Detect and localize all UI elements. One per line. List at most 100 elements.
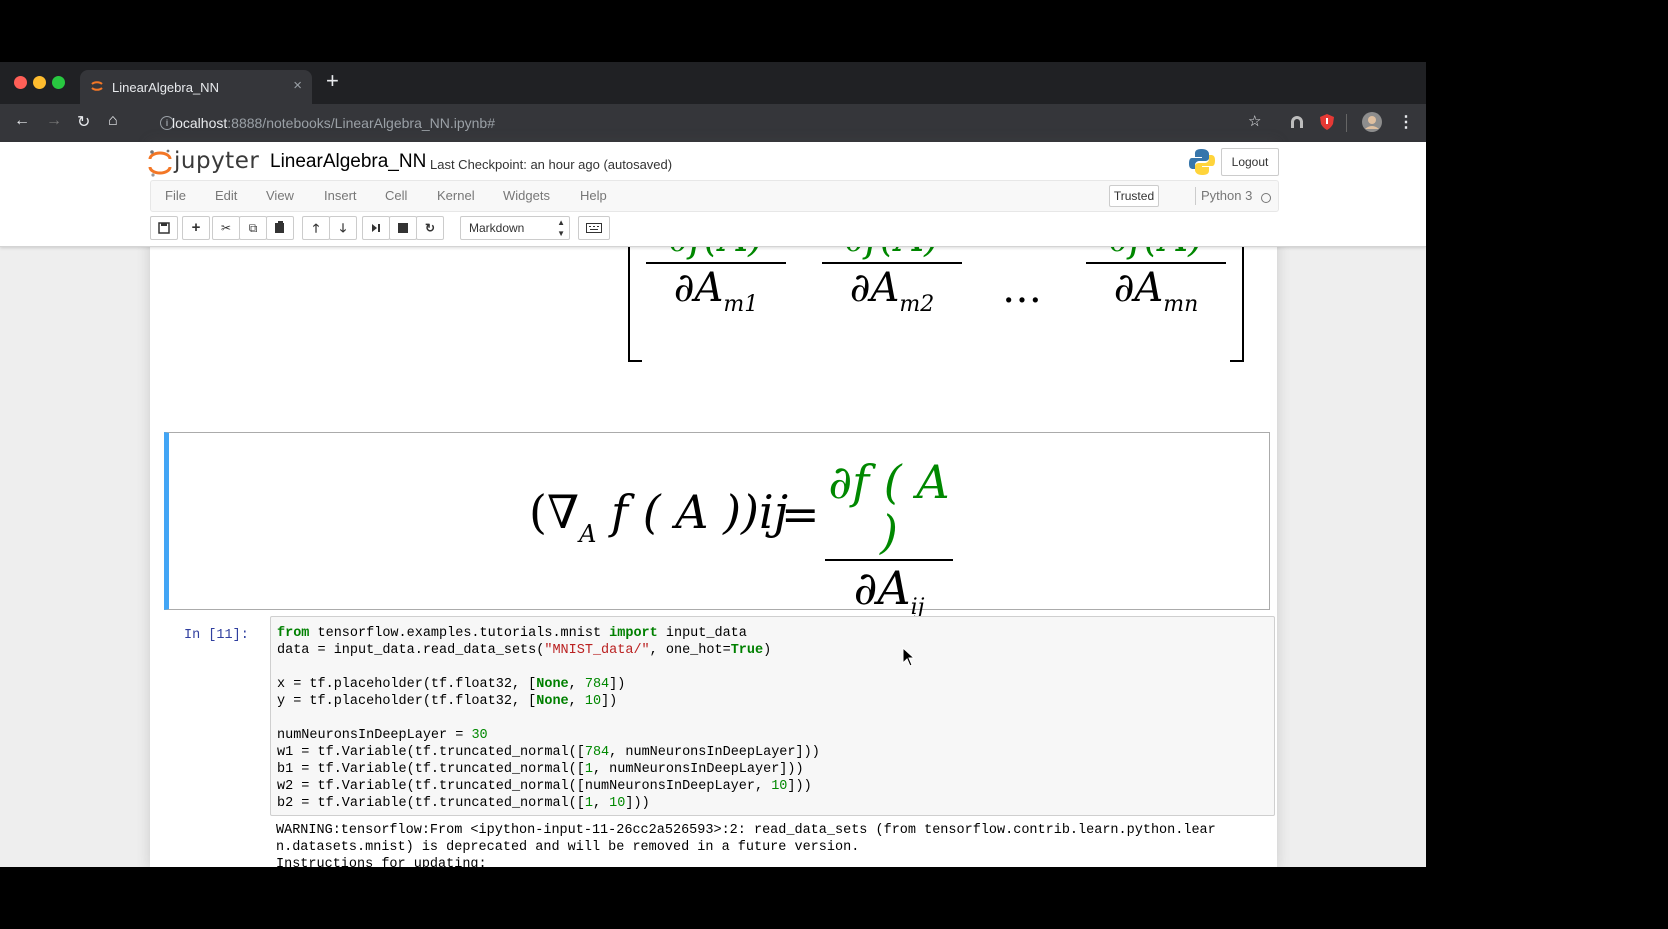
- interrupt-kernel-stop-icon[interactable]: [389, 216, 417, 240]
- profile-avatar-icon[interactable]: [1361, 111, 1383, 133]
- browser-tab[interactable]: LinearAlgebra_NN ×: [80, 70, 312, 104]
- trusted-badge[interactable]: Trusted: [1109, 185, 1159, 207]
- cell-output: WARNING:tensorflow:From <ipython-input-1…: [276, 822, 1276, 867]
- home-icon[interactable]: ⌂: [108, 112, 118, 130]
- reload-icon[interactable]: ↻: [77, 112, 90, 132]
- markdown-cell-selected[interactable]: (∇A f ( A ))ij = ∂f ( A ) ∂Aij: [164, 432, 1270, 620]
- code-token: , numNeuronsInDeepLayer])): [609, 745, 820, 760]
- code-token: 30: [471, 728, 488, 743]
- code-token: data = input_data.read_data_sets(: [277, 643, 545, 658]
- run-cell-icon[interactable]: [362, 216, 390, 240]
- url-field[interactable]: i localhost:8888/notebooks/LinearAlgebra…: [158, 110, 1248, 136]
- move-down-arrow-icon[interactable]: 🡓: [329, 216, 357, 240]
- code-token: import: [609, 626, 658, 641]
- menu-kernel[interactable]: Kernel: [437, 188, 475, 203]
- matrix-left-bracket: [628, 236, 642, 362]
- code-token: 10: [609, 796, 626, 811]
- menu-help[interactable]: Help: [580, 188, 607, 203]
- cut-scissors-icon[interactable]: ✂: [212, 216, 240, 240]
- forward-arrow-icon[interactable]: →: [46, 112, 62, 130]
- jupyter-logo-icon: [148, 149, 172, 177]
- python-logo-icon: [1189, 149, 1215, 175]
- insert-cell-plus-icon[interactable]: +: [182, 216, 210, 240]
- code-token: numNeuronsInDeepLayer =: [277, 728, 472, 743]
- checkpoint-status: Last Checkpoint: an hour ago (autosaved): [430, 157, 673, 172]
- mouse-pointer-icon: [902, 647, 916, 667]
- code-token: ,: [592, 796, 610, 811]
- code-token: ])): [787, 779, 812, 794]
- toolbar-divider: [1346, 114, 1347, 132]
- code-token: 10: [584, 694, 602, 709]
- menu-widgets[interactable]: Widgets: [503, 188, 550, 203]
- notebook-toolbar: + ✂ ⧉ 🡑 🡓 ↻ Markdown ▲ ▼: [150, 214, 1277, 242]
- code-line: w2 = tf.Variable(tf.truncated_normal([nu…: [277, 778, 820, 795]
- code-token: ]): [601, 694, 618, 709]
- code-token: 1: [584, 762, 593, 777]
- code-line: w1 = tf.Variable(tf.truncated_normal([78…: [277, 744, 820, 761]
- notebook-name[interactable]: LinearAlgebra_NN: [270, 151, 426, 173]
- code-token: None: [536, 694, 569, 709]
- code-token: ])): [625, 796, 650, 811]
- jupyter-favicon-icon: [91, 81, 103, 91]
- close-window-button[interactable]: [14, 76, 27, 89]
- move-up-arrow-icon[interactable]: 🡑: [302, 216, 330, 240]
- save-icon[interactable]: [150, 216, 178, 240]
- code-token: ): [763, 643, 772, 658]
- menu-edit[interactable]: Edit: [215, 188, 237, 203]
- code-token: ,: [568, 694, 585, 709]
- menu-bar: File Edit View Insert Cell Kernel Widget…: [150, 180, 1279, 212]
- code-line: y = tf.placeholder(tf.float32, [None, 10…: [277, 693, 820, 710]
- code-token: , one_hot=: [649, 643, 731, 658]
- menu-insert[interactable]: Insert: [324, 188, 357, 203]
- browser-window: LinearAlgebra_NN × + ← → ↻ ⌂ i localhost…: [0, 62, 1426, 867]
- code-line: from tensorflow.examples.tutorials.mnist…: [277, 625, 820, 642]
- output-line: WARNING:tensorflow:From <ipython-input-1…: [276, 823, 1216, 838]
- matrix-fragment: ∂f(A) ∂Am1 ∂f(A) ∂Am2 … ∂f(A) ∂Amn: [150, 216, 1277, 366]
- code-line: x = tf.placeholder(tf.float32, [None, 78…: [277, 676, 820, 693]
- extension-shield-icon[interactable]: [1318, 113, 1336, 131]
- output-line: Instructions for updating:: [276, 857, 487, 867]
- menu-view[interactable]: View: [266, 188, 294, 203]
- code-token: 1: [584, 796, 593, 811]
- maximize-window-button[interactable]: [52, 76, 65, 89]
- menu-file[interactable]: File: [165, 188, 186, 203]
- new-tab-icon[interactable]: +: [326, 70, 339, 92]
- jupyter-logo[interactable]: jupyter: [148, 148, 259, 183]
- bookmark-star-icon[interactable]: ☆: [1248, 112, 1261, 130]
- cell-type-value: Markdown: [469, 221, 525, 235]
- address-bar-row: ← → ↻ ⌂ i localhost:8888/notebooks/Linea…: [0, 104, 1426, 142]
- output-line: n.datasets.mnist) is deprecated and will…: [276, 840, 860, 855]
- tab-title: LinearAlgebra_NN: [112, 80, 219, 95]
- code-token: 784: [584, 745, 610, 760]
- url-path: :8888/notebooks/LinearAlgebra_NN.ipynb#: [227, 115, 496, 131]
- jupyter-page: ∂f(A) ∂Am1 ∂f(A) ∂Am2 … ∂f(A) ∂Amn: [0, 142, 1426, 867]
- paste-icon[interactable]: [266, 216, 294, 240]
- extension-arch-icon[interactable]: [1288, 113, 1306, 131]
- command-palette-keyboard-icon[interactable]: [578, 216, 610, 240]
- browser-menu-icon[interactable]: ⋮: [1398, 112, 1414, 132]
- tab-close-icon[interactable]: ×: [293, 77, 302, 94]
- code-token: b1 = tf.Variable(tf.truncated_normal([: [277, 762, 585, 777]
- menu-cell[interactable]: Cell: [385, 188, 407, 203]
- copy-icon[interactable]: ⧉: [239, 216, 267, 240]
- minimize-window-button[interactable]: [33, 76, 46, 89]
- cell-type-select[interactable]: Markdown ▲ ▼: [460, 216, 570, 240]
- kernel-idle-indicator-icon: [1261, 193, 1271, 203]
- notebook-container: ∂f(A) ∂Am1 ∂f(A) ∂Am2 … ∂f(A) ∂Amn: [150, 142, 1277, 867]
- matrix-ellipsis: …: [1002, 266, 1042, 312]
- gradient-equation: (∇A f ( A ))ij = ∂f ( A ) ∂Aij: [529, 453, 953, 620]
- code-token: ]): [609, 677, 626, 692]
- code-input-area[interactable]: from tensorflow.examples.tutorials.mnist…: [270, 616, 1275, 816]
- code-token: w2 = tf.Variable(tf.truncated_normal([nu…: [277, 779, 772, 794]
- logout-button[interactable]: Logout: [1221, 148, 1279, 176]
- back-arrow-icon[interactable]: ←: [14, 112, 30, 130]
- matrix-right-bracket: [1230, 236, 1244, 362]
- tab-strip: LinearAlgebra_NN × +: [0, 62, 1426, 104]
- code-text: from tensorflow.examples.tutorials.mnist…: [277, 625, 820, 812]
- code-token: None: [536, 677, 569, 692]
- code-line: data = input_data.read_data_sets("MNIST_…: [277, 642, 820, 659]
- restart-kernel-icon[interactable]: ↻: [416, 216, 444, 240]
- code-token: from: [277, 626, 310, 641]
